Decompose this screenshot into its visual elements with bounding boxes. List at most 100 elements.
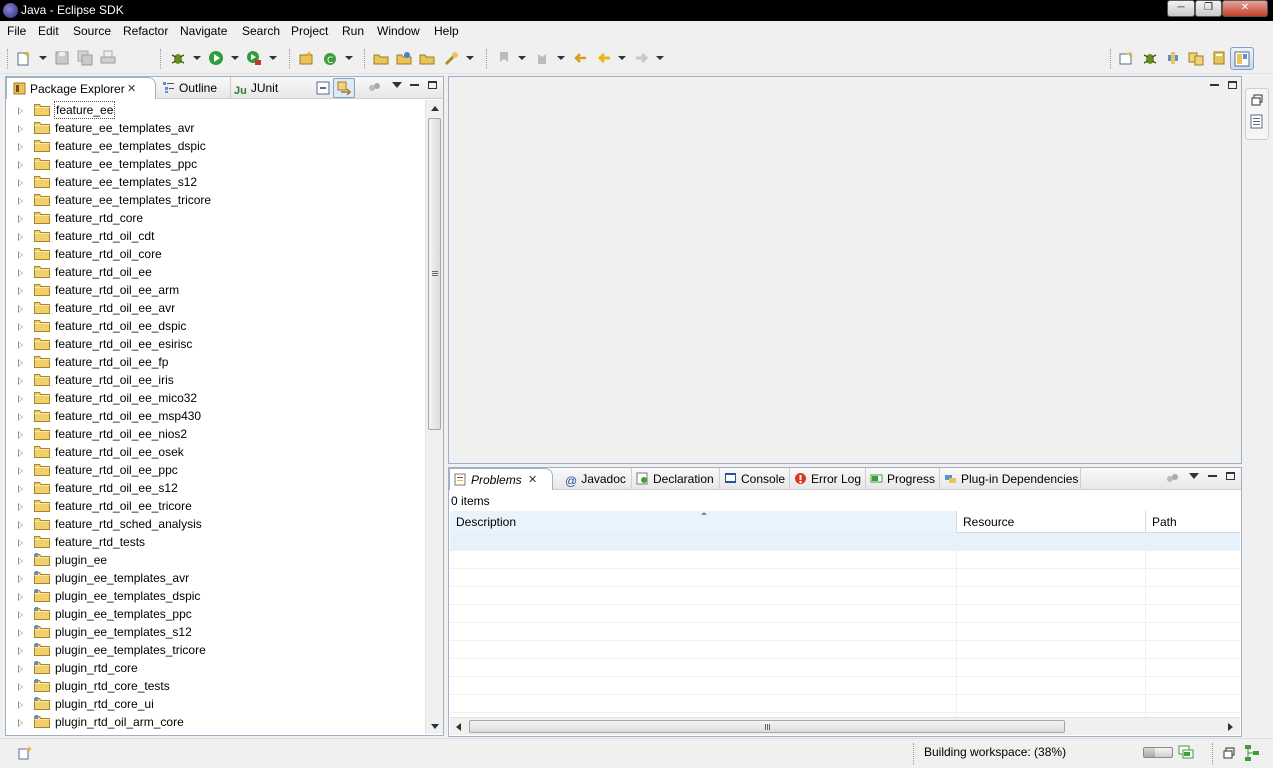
save-all-icon[interactable] (77, 50, 93, 66)
tree-vertical-scrollbar[interactable] (425, 100, 443, 734)
new-class-icon[interactable]: C (322, 50, 338, 66)
expand-icon[interactable] (18, 683, 23, 691)
expand-icon[interactable] (18, 611, 23, 619)
tree-item[interactable]: plugin_ee_templates_dspic (14, 587, 424, 605)
view-menu-icon[interactable] (1189, 473, 1199, 479)
print-icon[interactable] (100, 50, 116, 66)
search-dropdown[interactable] (466, 56, 474, 60)
tree-item[interactable]: feature_rtd_oil_ee_s12 (14, 479, 424, 497)
tree-item[interactable]: plugin_ee_templates_avr (14, 569, 424, 587)
tree-item[interactable]: feature_rtd_oil_ee_tricore (14, 497, 424, 515)
expand-icon[interactable] (18, 575, 23, 583)
tree-item[interactable]: feature_ee_templates_dspic (14, 137, 424, 155)
expand-icon[interactable] (18, 593, 23, 601)
last-edit-location-icon[interactable] (572, 50, 588, 66)
tree-item[interactable]: feature_rtd_oil_core (14, 245, 424, 263)
tree-item[interactable]: plugin_ee_templates_ppc (14, 605, 424, 623)
new-java-project-icon[interactable] (298, 50, 314, 66)
fast-view-icon[interactable] (17, 745, 33, 761)
tab-console[interactable]: Console (719, 468, 787, 490)
expand-icon[interactable] (18, 161, 23, 169)
java-perspective-button[interactable] (1230, 47, 1254, 70)
open-task-icon[interactable] (396, 50, 412, 66)
tree-item[interactable]: feature_rtd_oil_ee_osek (14, 443, 424, 461)
tree-item[interactable]: feature_ee_templates_tricore (14, 191, 424, 209)
menu-window[interactable]: Window (377, 24, 420, 38)
tree-item[interactable]: plugin_rtd_core (14, 659, 424, 677)
scroll-up-icon[interactable] (431, 106, 439, 111)
expand-icon[interactable] (18, 701, 23, 709)
tree-item[interactable]: feature_ee_templates_s12 (14, 173, 424, 191)
tab-error-log[interactable]: Error Log (789, 468, 863, 490)
tree-scroll-thumb[interactable] (428, 118, 441, 430)
minimize-button[interactable]: ─ (1167, 0, 1195, 17)
restore-view-icon[interactable] (1251, 94, 1263, 106)
scroll-left-icon[interactable] (456, 723, 461, 731)
expand-icon[interactable] (18, 431, 23, 439)
menu-navigate[interactable]: Navigate (180, 24, 227, 38)
link-with-editor-button[interactable] (333, 78, 355, 98)
restore-button[interactable]: ❐ (1195, 0, 1222, 17)
expand-icon[interactable] (18, 269, 23, 277)
previous-annotation-dropdown[interactable] (557, 56, 565, 60)
tab-javadoc[interactable]: @ Javadoc (565, 468, 629, 490)
tree-item[interactable]: plugin_ee_templates_s12 (14, 623, 424, 641)
back-dropdown[interactable] (618, 56, 626, 60)
tree-item[interactable]: plugin_ee_templates_tricore (14, 641, 424, 659)
expand-icon[interactable] (18, 647, 23, 655)
expand-icon[interactable] (18, 251, 23, 259)
expand-icon[interactable] (18, 395, 23, 403)
search-icon[interactable] (444, 50, 460, 66)
external-tools-dropdown[interactable] (269, 56, 277, 60)
collapse-all-icon[interactable] (316, 81, 330, 95)
maximize-view-icon[interactable] (428, 81, 437, 89)
open-perspective-icon[interactable] (1118, 50, 1134, 66)
forward-dropdown[interactable] (656, 56, 664, 60)
expand-icon[interactable] (18, 287, 23, 295)
tree-item[interactable]: feature_rtd_oil_ee_msp430 (14, 407, 424, 425)
tree-item[interactable]: feature_rtd_oil_ee (14, 263, 424, 281)
menu-edit[interactable]: Edit (38, 24, 59, 38)
progress-view-icon[interactable] (1178, 745, 1194, 759)
run-dropdown[interactable] (231, 56, 239, 60)
save-icon[interactable] (54, 50, 70, 66)
scroll-right-icon[interactable] (1228, 723, 1233, 731)
tree-item[interactable]: feature_rtd_oil_ee_mico32 (14, 389, 424, 407)
tree-item[interactable]: feature_rtd_oil_ee_arm (14, 281, 424, 299)
menu-run[interactable]: Run (342, 24, 364, 38)
editor-minimize-icon[interactable] (1210, 84, 1219, 86)
new-wizard-dropdown[interactable] (39, 56, 47, 60)
tree-item[interactable]: feature_rtd_oil_ee_dspic (14, 317, 424, 335)
expand-icon[interactable] (18, 413, 23, 421)
tab-package-explorer[interactable]: Package Explorer ✕ (6, 77, 156, 99)
expand-icon[interactable] (18, 719, 23, 727)
expand-icon[interactable] (18, 557, 23, 565)
view-menu-icon[interactable] (392, 82, 402, 88)
debug-icon[interactable] (170, 50, 186, 66)
tab-progress[interactable]: Progress (865, 468, 937, 490)
external-tools-icon[interactable] (246, 50, 262, 66)
tree-item[interactable]: feature_ee_templates_avr (14, 119, 424, 137)
menu-source[interactable]: Source (73, 24, 111, 38)
tree-item[interactable]: feature_rtd_core (14, 209, 424, 227)
expand-icon[interactable] (18, 449, 23, 457)
next-annotation-dropdown[interactable] (518, 56, 526, 60)
close-tab-icon[interactable]: ✕ (528, 469, 537, 491)
tree-item[interactable]: plugin_rtd_core_tests (14, 677, 424, 695)
expand-icon[interactable] (18, 341, 23, 349)
tab-outline[interactable]: Outline (162, 77, 226, 99)
tree-item[interactable]: feature_rtd_oil_cdt (14, 227, 424, 245)
expand-icon[interactable] (18, 359, 23, 367)
tree-item[interactable]: feature_rtd_oil_ee_fp (14, 353, 424, 371)
tree-item[interactable]: feature_rtd_oil_ee_iris (14, 371, 424, 389)
minimize-view-icon[interactable] (410, 84, 419, 86)
menu-project[interactable]: Project (291, 24, 328, 38)
filter-icon[interactable] (368, 82, 382, 94)
expand-icon[interactable] (18, 629, 23, 637)
expand-icon[interactable] (18, 107, 23, 115)
tree-item[interactable]: plugin_rtd_core_ui (14, 695, 424, 713)
tree-item[interactable]: feature_ee (14, 101, 424, 119)
tree-item[interactable]: feature_rtd_sched_analysis (14, 515, 424, 533)
new-class-dropdown[interactable] (345, 56, 353, 60)
tab-declaration[interactable]: Declaration (631, 468, 717, 490)
